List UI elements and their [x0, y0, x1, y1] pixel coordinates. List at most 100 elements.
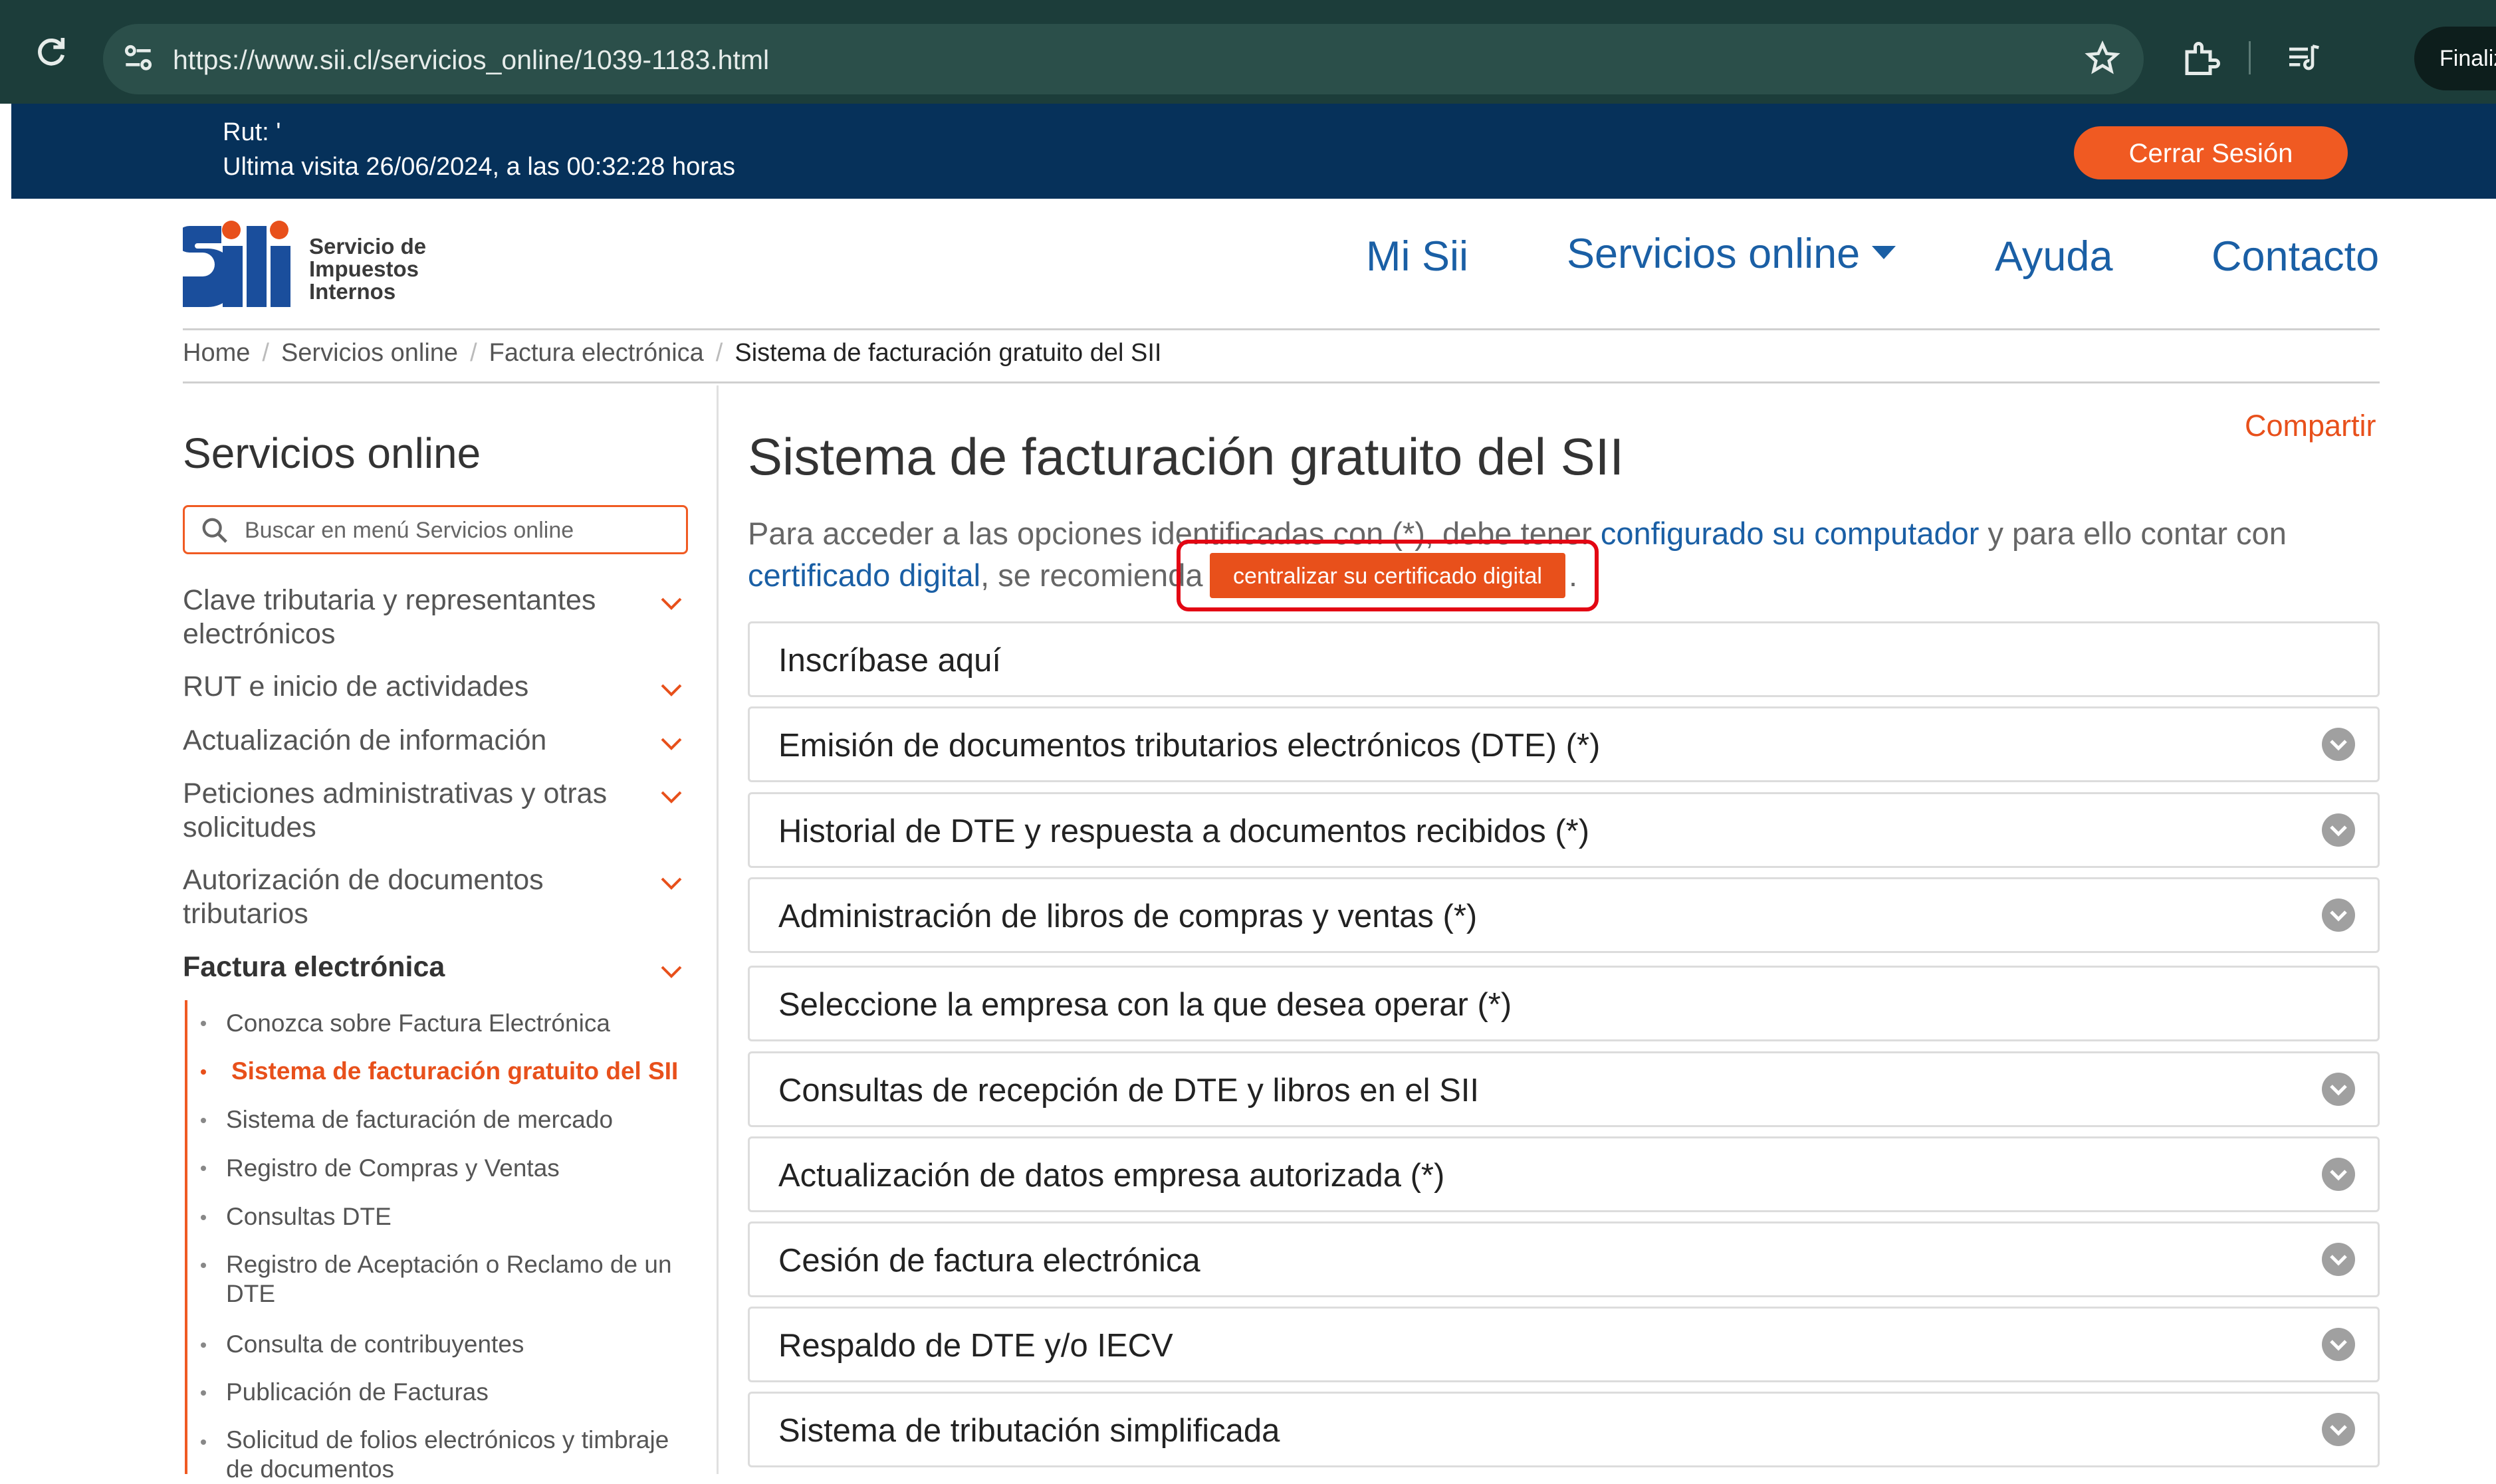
- bullet: [201, 1342, 206, 1348]
- breadcrumb-separator: /: [262, 339, 269, 367]
- nav-mi-sii[interactable]: Mi Sii: [1366, 233, 1468, 280]
- expand-chevron-icon[interactable]: [2322, 813, 2355, 847]
- bullet: [201, 1166, 206, 1171]
- accordion-item-label: Administración de libros de compras y ve…: [778, 899, 1478, 934]
- accordion-item-label: Emisión de documentos tributarios electr…: [778, 728, 1601, 764]
- accordion-item[interactable]: Cesión de factura electrónica: [748, 1221, 2380, 1297]
- breadcrumb: Home / Servicios online / Factura electrónic…: [183, 339, 1161, 368]
- site-settings-icon[interactable]: [120, 40, 157, 77]
- bullet: [201, 1069, 206, 1075]
- nav-servicios-online-label: Servicios online: [1567, 231, 1861, 277]
- configurado-link[interactable]: configurado su computador: [1601, 516, 1980, 551]
- logo-line-2: Impuestos: [309, 257, 419, 281]
- chevron-down-icon[interactable]: [658, 873, 685, 893]
- url-text[interactable]: https://www.sii.cl/servicios_online/1039…: [173, 41, 769, 78]
- search-placeholder: Buscar en menú Servicios online: [245, 518, 574, 543]
- bullet: [201, 1021, 206, 1026]
- logo-line-1: Servicio de: [309, 234, 427, 259]
- chevron-down-icon[interactable]: [658, 734, 685, 754]
- chevron-down-icon[interactable]: [658, 593, 685, 613]
- breadcrumb-factura[interactable]: Factura electrónica: [489, 339, 704, 367]
- chevron-down-icon[interactable]: [658, 962, 685, 982]
- submenu-item[interactable]: Sistema de facturación de mercado: [226, 1105, 691, 1134]
- accordion-item-label: Sistema de tributación simplificada: [778, 1413, 1280, 1449]
- submenu-item[interactable]: Solicitud de folios electrónicos y timbr…: [226, 1426, 691, 1484]
- accordion-item-label: Consultas de recepción de DTE y libros e…: [778, 1073, 1480, 1109]
- bullet: [201, 1215, 206, 1220]
- logo-text: Servicio de Impuestos Internos: [309, 235, 426, 303]
- submenu-item[interactable]: Registro de Compras y Ventas: [226, 1153, 691, 1183]
- breadcrumb-servicios[interactable]: Servicios online: [281, 339, 458, 367]
- breadcrumb-divider: [183, 381, 2380, 383]
- expand-chevron-icon[interactable]: [2322, 728, 2355, 761]
- sii-logo-mark: [183, 221, 290, 307]
- search-icon: [202, 518, 227, 543]
- nav-servicios-online[interactable]: Servicios online: [1567, 230, 1896, 278]
- sidebar-item-rut[interactable]: RUT e inicio de actividades: [183, 670, 648, 704]
- submenu-item[interactable]: Consulta de contribuyentes: [226, 1329, 691, 1359]
- breadcrumb-current: Sistema de facturación gratuito del SII: [735, 339, 1162, 367]
- expand-chevron-icon[interactable]: [2322, 899, 2355, 932]
- expand-chevron-icon[interactable]: [2322, 1243, 2355, 1276]
- submenu-item[interactable]: Conozca sobre Factura Electrónica: [226, 1008, 691, 1038]
- bullet: [201, 1439, 206, 1445]
- expand-chevron-icon[interactable]: [2322, 1073, 2355, 1106]
- reload-icon[interactable]: [33, 33, 70, 70]
- breadcrumb-separator: /: [715, 339, 723, 367]
- sidebar-item-clave[interactable]: Clave tributaria y representantes electr…: [183, 583, 648, 651]
- bookmark-star-icon[interactable]: [2084, 40, 2121, 77]
- share-link[interactable]: Compartir: [2245, 409, 2376, 443]
- reading-list-icon[interactable]: [2283, 40, 2323, 77]
- nav-ayuda[interactable]: Ayuda: [1995, 233, 2113, 280]
- header-divider: [183, 328, 2380, 330]
- highlight-box: [1177, 540, 1599, 611]
- accordion-item-label: Respaldo de DTE y/o IECV: [778, 1328, 1173, 1364]
- intro-line-2: certificado digital, se recomienda: [748, 557, 1202, 593]
- expand-chevron-icon[interactable]: [2322, 1158, 2355, 1191]
- breadcrumb-separator: /: [470, 339, 477, 367]
- sii-logo[interactable]: Servicio de Impuestos Internos: [183, 219, 449, 309]
- sidebar-divider: [717, 385, 719, 1474]
- logout-button[interactable]: Cerrar Sesión: [2074, 126, 2348, 179]
- nav-contacto[interactable]: Contacto: [2212, 233, 2379, 280]
- expand-chevron-icon[interactable]: [2322, 1413, 2355, 1446]
- rut-label: Rut: ': [223, 118, 281, 146]
- submenu-item[interactable]: Publicación de Facturas: [226, 1377, 691, 1407]
- extensions-icon[interactable]: [2180, 39, 2220, 78]
- submenu-item[interactable]: Registro de Aceptación o Reclamo de un D…: [226, 1250, 691, 1309]
- sidebar-item-autorizacion[interactable]: Autorización de documentos tributarios: [183, 863, 648, 931]
- sidebar-search-input[interactable]: Buscar en menú Servicios online: [183, 505, 688, 554]
- accordion-item[interactable]: Inscríbase aquí: [748, 621, 2380, 697]
- sidebar-item-peticiones[interactable]: Peticiones administrativas y otras solic…: [183, 777, 648, 845]
- accordion-item[interactable]: Emisión de documentos tributarios electr…: [748, 706, 2380, 782]
- accordion-item[interactable]: Administración de libros de compras y ve…: [748, 877, 2380, 953]
- accordion-item[interactable]: Historial de DTE y respuesta a documento…: [748, 792, 2380, 868]
- accordion-item[interactable]: Seleccione la empresa con la que desea o…: [748, 966, 2380, 1041]
- certificado-link[interactable]: certificado digital: [748, 558, 980, 593]
- bullet: [201, 1390, 206, 1396]
- breadcrumb-home[interactable]: Home: [183, 339, 250, 367]
- submenu-item[interactable]: Consultas DTE: [226, 1202, 691, 1231]
- sidebar-item-factura[interactable]: Factura electrónica: [183, 950, 648, 984]
- accordion-item[interactable]: Consultas de recepción de DTE y libros e…: [748, 1051, 2380, 1127]
- logo-line-3: Internos: [309, 279, 396, 304]
- browser-toolbar: https://www.sii.cl/servicios_online/1039…: [0, 0, 2496, 104]
- session-bar: Rut: ' Ultima visita 26/06/2024, a las 0…: [11, 104, 2496, 199]
- intro-text-2: y para ello contar con: [1979, 516, 2287, 551]
- page-title: Sistema de facturación gratuito del SII: [748, 427, 1625, 486]
- expand-chevron-icon[interactable]: [2322, 1328, 2355, 1361]
- accordion-item[interactable]: Respaldo de DTE y/o IECV: [748, 1307, 2380, 1382]
- accordion-item-label: Actualización de datos empresa autorizad…: [778, 1158, 1445, 1194]
- accordion-item[interactable]: Sistema de tributación simplificada: [748, 1392, 2380, 1467]
- accordion-item[interactable]: Actualización de datos empresa autorizad…: [748, 1136, 2380, 1212]
- accordion-item-label: Cesión de factura electrónica: [778, 1243, 1200, 1279]
- accordion-item-label: Historial de DTE y respuesta a documento…: [778, 813, 1590, 849]
- sidebar-item-actualizacion[interactable]: Actualización de información: [183, 724, 648, 758]
- chevron-down-icon[interactable]: [658, 680, 685, 700]
- caret-down-icon: [1872, 246, 1896, 260]
- profile-button[interactable]: Finaliz: [2414, 27, 2496, 90]
- chevron-down-icon[interactable]: [658, 787, 685, 807]
- submenu-item-active[interactable]: Sistema de facturación gratuito del SII: [231, 1056, 697, 1086]
- sidebar-title: Servicios online: [183, 429, 481, 477]
- bullet: [201, 1118, 206, 1123]
